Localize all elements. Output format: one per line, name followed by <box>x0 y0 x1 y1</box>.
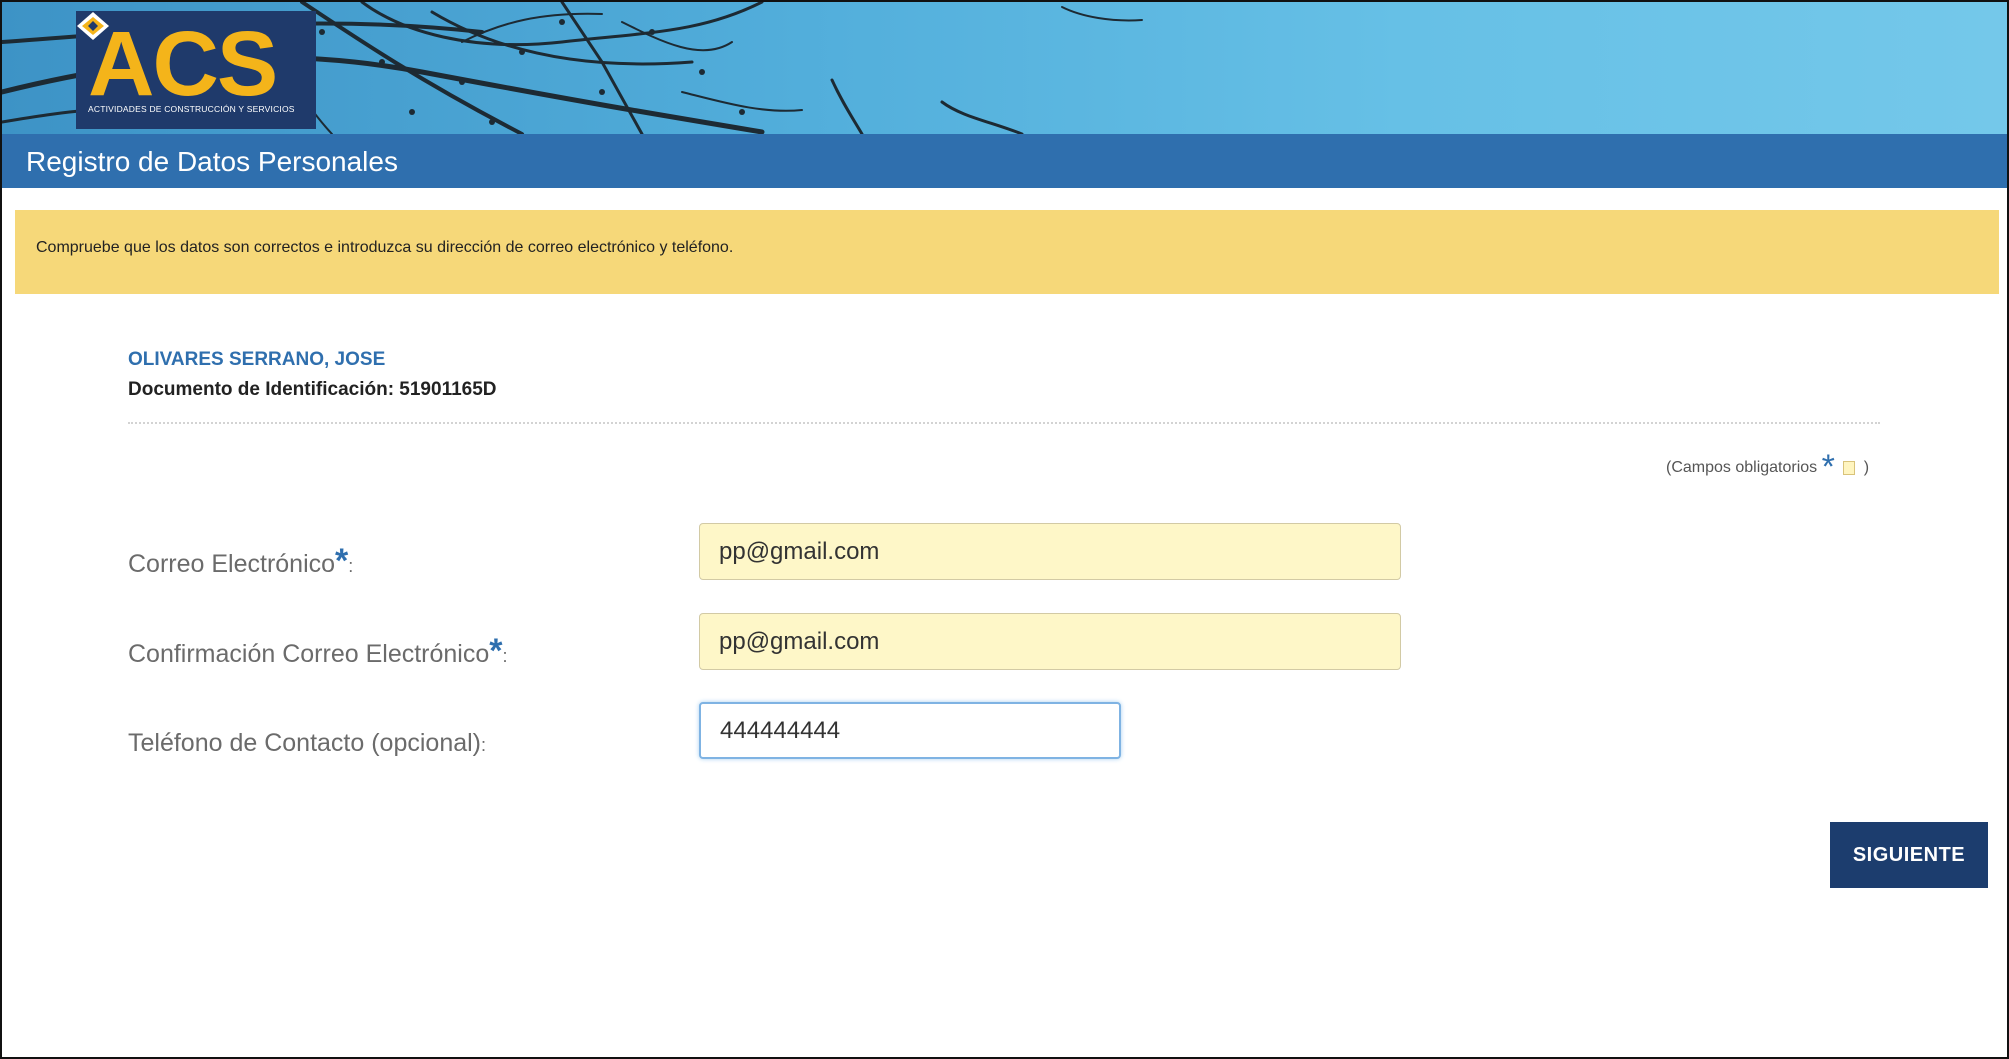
logo-subtitle: ACTIVIDADES DE CONSTRUCCIÓN Y SERVICIOS <box>88 104 295 114</box>
required-star-icon: * <box>335 542 349 580</box>
email-label-text: Correo Electrónico <box>128 550 336 578</box>
required-note-suffix: ) <box>1863 459 1870 476</box>
dotted-divider <box>128 422 1880 424</box>
email-input[interactable] <box>699 523 1401 580</box>
person-name: OLIVARES SERRANO, JOSE <box>128 349 386 370</box>
acs-logo[interactable]: ACS ACTIVIDADES DE CONSTRUCCIÓN Y SERVIC… <box>76 11 316 129</box>
confirm-email-label: Confirmación Correo Electrónico*: <box>128 632 508 671</box>
required-field-swatch <box>1843 460 1856 475</box>
phone-input[interactable] <box>699 702 1121 759</box>
logo-text: ACS <box>88 13 278 115</box>
required-note-prefix: (Campos obligatorios <box>1666 459 1818 476</box>
page-frame: ACS ACTIVIDADES DE CONSTRUCCIÓN Y SERVIC… <box>0 0 2009 1059</box>
next-button[interactable]: SIGUIENTE <box>1830 822 1988 888</box>
label-colon: : <box>348 556 354 576</box>
required-star-icon: * <box>489 632 503 670</box>
phone-label-text: Teléfono de Contacto (opcional) <box>128 729 482 757</box>
email-label: Correo Electrónico*: <box>128 542 353 581</box>
required-star-icon: * <box>1821 448 1835 486</box>
label-colon: : <box>481 735 487 755</box>
logo-diamond-icon <box>77 12 109 40</box>
identification-document: Documento de Identificación: 51901165D <box>128 379 497 400</box>
header-banner: ACS ACTIVIDADES DE CONSTRUCCIÓN Y SERVIC… <box>2 2 2007 134</box>
phone-label: Teléfono de Contacto (opcional): <box>128 729 486 758</box>
label-colon: : <box>502 646 508 666</box>
notice-text: Compruebe que los datos son correctos e … <box>36 239 734 256</box>
title-bar: Registro de Datos Personales <box>2 134 2007 188</box>
required-fields-note: (Campos obligatorios * ) <box>1666 442 1870 486</box>
notice-banner: Compruebe que los datos son correctos e … <box>15 210 1999 294</box>
confirm-email-label-text: Confirmación Correo Electrónico <box>128 640 490 668</box>
page-title: Registro de Datos Personales <box>26 146 398 177</box>
confirm-email-input[interactable] <box>699 613 1401 670</box>
